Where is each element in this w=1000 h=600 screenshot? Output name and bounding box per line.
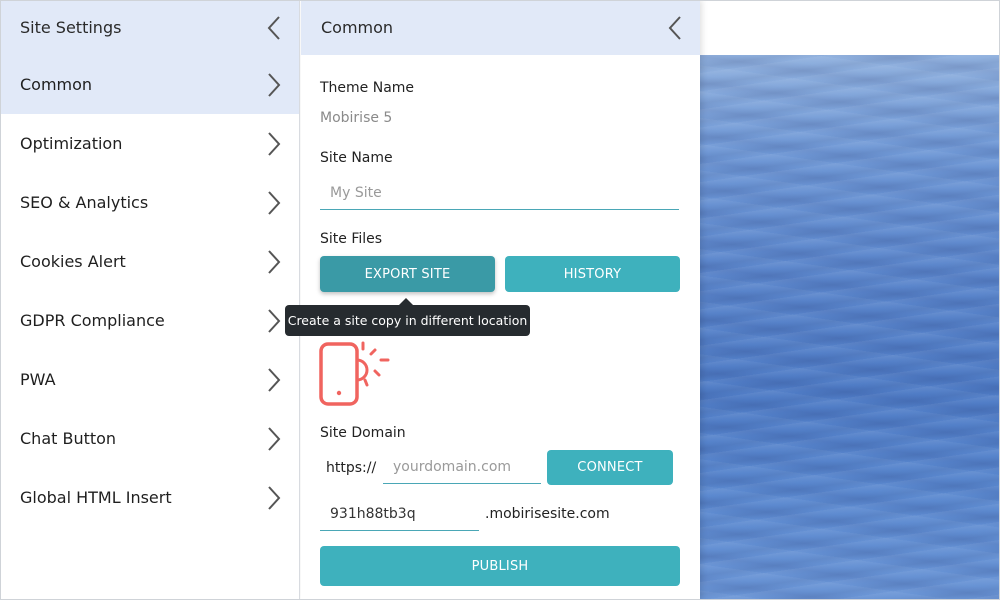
export-site-button[interactable]: EXPORT SITE <box>320 256 495 292</box>
site-name-input[interactable] <box>320 177 679 210</box>
sidebar-item-common[interactable]: Common <box>0 55 299 114</box>
common-header: Common <box>301 0 700 55</box>
chevron-right-icon <box>263 189 285 217</box>
sidebar-item-cookies-alert[interactable]: Cookies Alert <box>0 232 299 291</box>
protocol-prefix: https:// <box>326 460 377 476</box>
sidebar-item-pwa[interactable]: PWA <box>0 350 299 409</box>
site-files-label: Site Files <box>320 231 383 247</box>
subdomain-suffix: .mobirisesite.com <box>485 506 610 522</box>
site-domain-label: Site Domain <box>320 425 406 441</box>
chevron-right-icon <box>263 248 285 276</box>
site-settings-panel: Site Settings Common Optimization SEO & … <box>0 0 300 600</box>
chevron-right-icon <box>263 130 285 158</box>
chevron-right-icon <box>263 307 285 335</box>
sidebar-item-label: SEO & Analytics <box>20 193 149 212</box>
sidebar-item-label: PWA <box>20 370 56 389</box>
site-name-label: Site Name <box>320 150 393 166</box>
close-panel-chevron-left-icon[interactable] <box>664 14 686 42</box>
export-tooltip: Create a site copy in different location <box>285 305 530 336</box>
common-settings-panel: Common Theme Name Mobirise 5 Site Name S… <box>301 0 700 600</box>
site-settings-header: Site Settings <box>0 0 299 55</box>
sidebar-item-label: Optimization <box>20 134 123 153</box>
sidebar-item-chat-button[interactable]: Chat Button <box>0 409 299 468</box>
theme-name-label: Theme Name <box>320 80 415 96</box>
sidebar-item-label: GDPR Compliance <box>20 311 165 330</box>
sidebar-item-label: Common <box>20 75 93 94</box>
sidebar-item-seo-analytics[interactable]: SEO & Analytics <box>0 173 299 232</box>
chevron-right-icon <box>263 425 285 453</box>
sidebar-item-gdpr-compliance[interactable]: GDPR Compliance <box>0 291 299 350</box>
sidebar-item-global-html-insert[interactable]: Global HTML Insert <box>0 468 299 527</box>
chevron-right-icon <box>263 71 285 99</box>
history-button[interactable]: HISTORY <box>505 256 680 292</box>
domain-input[interactable] <box>383 451 541 484</box>
preview-top-bar <box>700 0 1000 55</box>
collapse-chevron-left-icon[interactable] <box>263 14 285 42</box>
common-panel-title: Common <box>321 18 394 37</box>
preview-background-image <box>700 55 1000 600</box>
phone-brightness-icon <box>319 335 391 411</box>
sidebar-item-label: Global HTML Insert <box>20 488 172 507</box>
site-settings-title: Site Settings <box>20 18 122 37</box>
subdomain-input[interactable] <box>320 498 479 531</box>
chevron-right-icon <box>263 366 285 394</box>
sidebar-item-optimization[interactable]: Optimization <box>0 114 299 173</box>
chevron-right-icon <box>263 484 285 512</box>
sidebar-item-label: Cookies Alert <box>20 252 126 271</box>
sidebar-item-label: Chat Button <box>20 429 117 448</box>
connect-button[interactable]: CONNECT <box>547 450 673 485</box>
tooltip-arrow <box>399 298 413 305</box>
theme-name-value: Mobirise 5 <box>320 110 393 126</box>
publish-button[interactable]: PUBLISH <box>320 546 680 586</box>
